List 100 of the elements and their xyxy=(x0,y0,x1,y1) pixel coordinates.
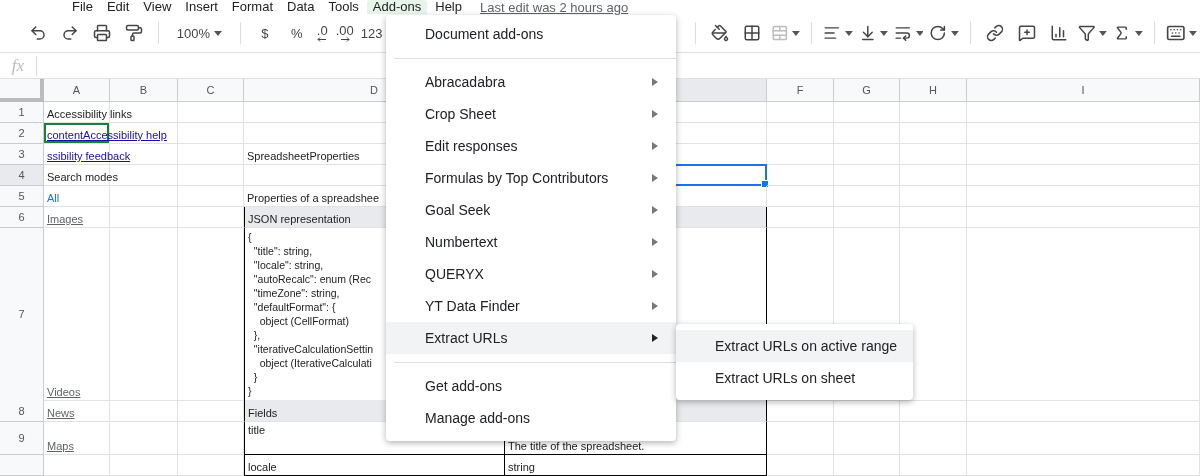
print-icon[interactable] xyxy=(93,24,111,42)
grid-cell xyxy=(767,422,834,455)
dropdown-caret-icon xyxy=(880,30,889,36)
row-header[interactable]: 3 xyxy=(0,144,44,165)
cell-text: locale xyxy=(248,461,277,473)
menu-item[interactable]: Get add-ons xyxy=(386,370,676,402)
undo-icon[interactable] xyxy=(29,24,47,42)
dropdown-caret-icon xyxy=(1189,30,1197,36)
row-header[interactable]: 7 xyxy=(0,228,44,401)
dropdown-caret-icon xyxy=(1134,30,1143,36)
align-left-icon[interactable] xyxy=(823,24,841,42)
menu-item[interactable]: Formulas by Top Contributors xyxy=(386,162,676,194)
cell-link[interactable]: Maps xyxy=(47,440,74,452)
row-header[interactable]: 4 xyxy=(0,165,44,186)
currency-button[interactable]: $ xyxy=(248,20,281,46)
grid-cell xyxy=(834,186,900,207)
submenu-item[interactable]: Extract URLs on sheet xyxy=(676,362,913,394)
grid-cell xyxy=(834,455,900,476)
row-header[interactable]: 8 xyxy=(0,400,44,422)
grid-cell xyxy=(178,422,244,455)
row-header[interactable]: 1 xyxy=(0,102,44,123)
redo-icon[interactable] xyxy=(61,24,79,42)
borders-icon[interactable] xyxy=(742,24,761,42)
cell-text: Fields xyxy=(248,407,278,419)
json-code-text: { "title": string, "locale": string, "autoRecalc": enum (Rec "timeZone": string, "defaultFormat": { object (CellFormat) }, "iterativeCalculationSettin object (IterativeCalculati } } xyxy=(248,230,374,398)
text-wrap-icon[interactable] xyxy=(894,24,912,42)
cell-text: Properties of a spreadshee xyxy=(247,192,380,204)
add-comment-icon[interactable] xyxy=(1017,24,1036,42)
grid-cell xyxy=(834,123,900,144)
cell-link[interactable]: ssibility feedback xyxy=(47,150,131,162)
dropdown-caret-icon xyxy=(1099,30,1108,36)
cell-link[interactable]: News xyxy=(47,407,75,419)
cell-text: Accessibility links xyxy=(47,108,132,120)
menu-item[interactable]: Edit xyxy=(100,0,136,14)
menu-item[interactable]: Add-ons xyxy=(366,0,428,14)
menu-item[interactable]: Data xyxy=(281,0,321,14)
submenu-item[interactable]: Extract URLs on active range xyxy=(676,330,913,362)
menu-item[interactable]: QUERYX xyxy=(386,258,676,290)
increase-decimals-button[interactable]: .00 xyxy=(331,20,358,46)
row-header[interactable]: 6 xyxy=(0,207,44,228)
decrease-decimals-button[interactable]: .0 xyxy=(312,20,332,46)
paint-roller-icon[interactable] xyxy=(125,24,143,42)
formula-label: fx xyxy=(0,55,37,76)
column-header[interactable]: C xyxy=(178,79,244,102)
menu-item[interactable]: Goal Seek xyxy=(386,194,676,226)
merge-caret-icon xyxy=(792,30,801,36)
menu-item[interactable]: File xyxy=(66,0,99,14)
menu-item[interactable]: YT Data Finder xyxy=(386,290,676,322)
filter-icon[interactable] xyxy=(1077,24,1096,42)
menu-item[interactable]: Numbertext xyxy=(386,226,676,258)
grid-cell xyxy=(900,123,967,144)
grid-cell xyxy=(900,400,967,422)
grid-cell xyxy=(900,455,967,476)
grid-cell xyxy=(834,165,900,186)
cell-text: string xyxy=(508,461,535,473)
grid-cell xyxy=(767,455,834,476)
menu-item[interactable]: Help xyxy=(429,0,468,14)
cell-text: JSON representation xyxy=(248,213,351,225)
chart-icon[interactable] xyxy=(1049,24,1068,42)
menu-item[interactable]: Format xyxy=(225,0,279,14)
grid-cell xyxy=(834,102,900,123)
grid-cell xyxy=(767,165,834,186)
menu-item[interactable]: Edit responses xyxy=(386,130,676,162)
cell-link[interactable]: Videos xyxy=(47,386,81,398)
row-header[interactable]: 2 xyxy=(0,123,44,144)
menu-item[interactable]: Insert xyxy=(179,0,224,14)
grid-cell xyxy=(900,165,967,186)
keyboard-icon[interactable] xyxy=(1165,23,1186,43)
column-header[interactable]: B xyxy=(110,79,178,102)
grid-cell xyxy=(767,102,834,123)
grid-cell xyxy=(900,144,967,165)
cell-text: The title of the spreadsheet. xyxy=(508,440,645,452)
left-arrow-icon xyxy=(317,37,328,42)
paint-bucket-icon[interactable] xyxy=(710,24,729,42)
menu-item[interactable]: Document add-ons xyxy=(386,18,676,50)
column-header[interactable]: A xyxy=(44,79,110,102)
grid-cell xyxy=(767,123,834,144)
grid-cell xyxy=(834,207,900,228)
column-header[interactable]: I xyxy=(967,79,1200,102)
menu-item[interactable]: View xyxy=(137,0,178,14)
cell-text[interactable]: All xyxy=(47,192,60,204)
cell-text: title xyxy=(248,424,266,436)
row-header[interactable]: 5 xyxy=(0,186,44,207)
row-header[interactable]: 9 xyxy=(0,422,44,455)
menu-item[interactable]: Manage add-ons xyxy=(386,402,676,434)
zoom-dropdown[interactable]: 100% xyxy=(167,20,232,46)
grid-cell xyxy=(110,455,178,476)
column-header[interactable]: F xyxy=(767,79,834,102)
column-header[interactable]: G xyxy=(834,79,900,102)
percent-button[interactable]: % xyxy=(280,20,313,46)
last-edit-link[interactable]: Last edit was 2 hours ago xyxy=(480,0,629,15)
column-header[interactable]: H xyxy=(900,79,967,102)
rotate-icon[interactable] xyxy=(929,24,948,42)
cell-link[interactable]: Images xyxy=(47,213,84,225)
dropdown-caret-icon xyxy=(915,30,924,36)
menu-item[interactable]: Tools xyxy=(322,0,365,14)
fill-handle[interactable] xyxy=(761,180,769,188)
link-icon[interactable] xyxy=(985,24,1004,42)
menu-item[interactable]: Extract URLs xyxy=(386,322,676,354)
grid-cell xyxy=(900,186,967,207)
